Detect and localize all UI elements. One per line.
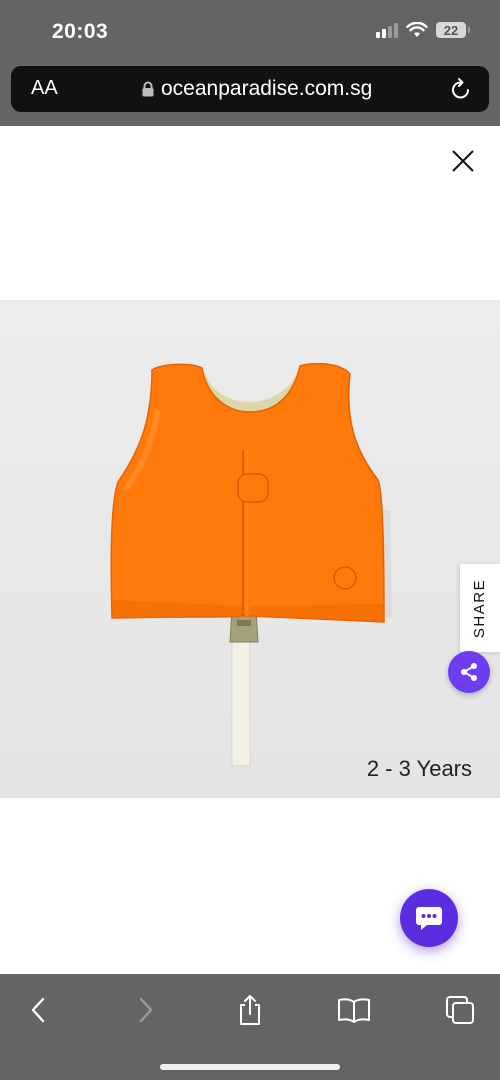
cellular-signal-icon xyxy=(376,22,398,38)
status-icons: 22 xyxy=(376,22,470,38)
chevron-right-icon xyxy=(139,997,153,1023)
share-button[interactable] xyxy=(448,651,490,693)
status-bar: 20:03 22 xyxy=(0,0,500,62)
close-icon[interactable] xyxy=(450,148,476,174)
status-time: 20:03 xyxy=(52,20,109,43)
chat-icon xyxy=(416,907,442,930)
reload-icon[interactable] xyxy=(449,76,473,102)
share-icon xyxy=(461,663,477,681)
forward-button[interactable] xyxy=(126,990,166,1030)
wifi-icon xyxy=(406,22,428,37)
battery-level: 22 xyxy=(443,22,459,38)
share-upload-icon xyxy=(240,995,260,1025)
chat-button[interactable] xyxy=(400,889,458,947)
share-sheet-button[interactable] xyxy=(230,990,270,1030)
back-button[interactable] xyxy=(18,990,58,1030)
chevron-left-icon xyxy=(31,997,45,1023)
tabs-button[interactable] xyxy=(440,990,480,1030)
product-age-caption: 2 - 3 Years xyxy=(366,756,472,781)
tabs-icon xyxy=(446,996,474,1024)
product-image: 2 - 3 Years xyxy=(0,300,500,798)
text-size-button[interactable]: AA xyxy=(31,77,58,100)
battery-icon: 22 xyxy=(436,22,470,38)
book-icon xyxy=(338,998,370,1023)
browser-address-area: AA oceanparadise.com.sg xyxy=(0,62,500,126)
bookmarks-button[interactable] xyxy=(334,990,374,1030)
share-tab[interactable]: SHARE xyxy=(460,564,500,652)
share-label: SHARE xyxy=(471,578,489,638)
url-text: oceanparadise.com.sg xyxy=(161,77,373,100)
lock-icon xyxy=(142,81,154,97)
address-bar[interactable]: AA oceanparadise.com.sg xyxy=(11,66,489,112)
home-indicator[interactable] xyxy=(160,1064,340,1070)
life-vest-illustration xyxy=(0,300,500,798)
url-display[interactable]: oceanparadise.com.sg xyxy=(141,77,372,101)
